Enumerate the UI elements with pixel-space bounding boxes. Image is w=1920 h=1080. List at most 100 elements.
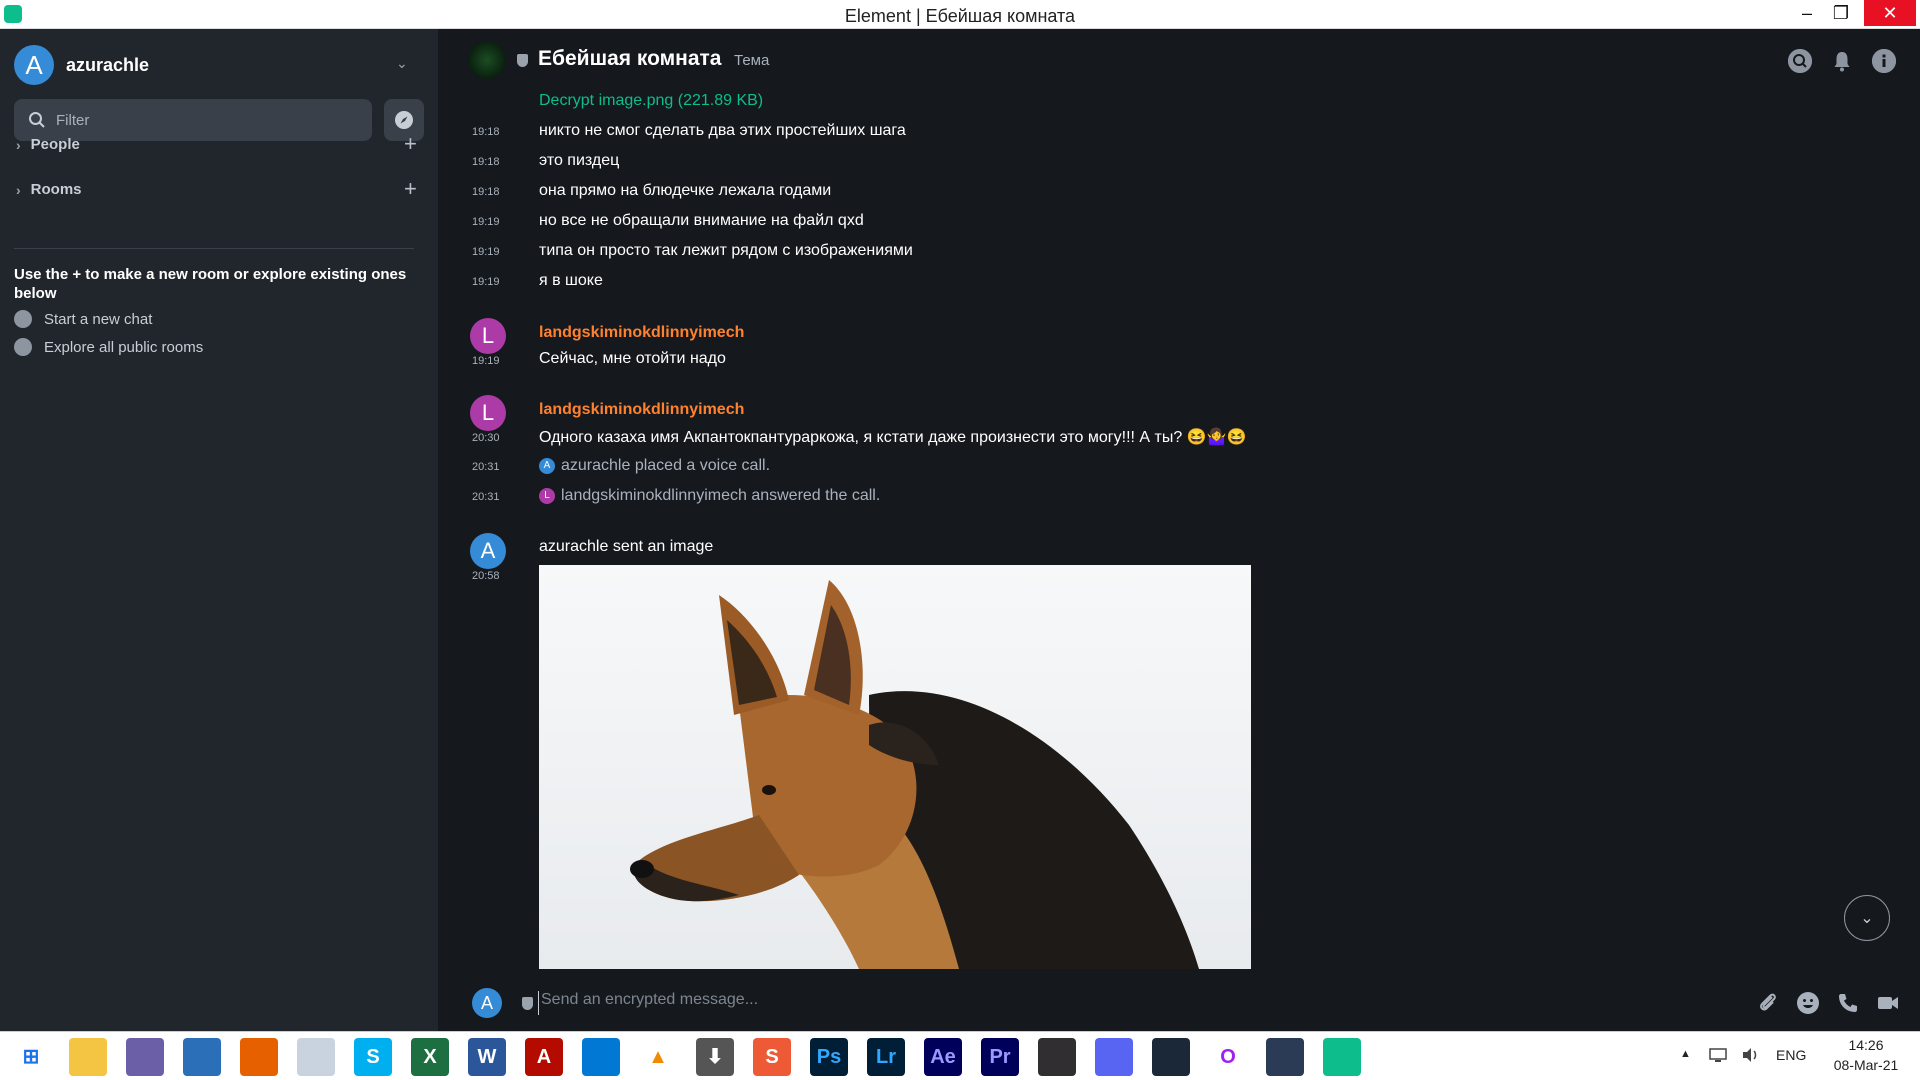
- message-row: 19:18 это пиздец: [438, 151, 1638, 175]
- file-explorer-icon[interactable]: [69, 1038, 107, 1076]
- phone-icon[interactable]: [1836, 991, 1860, 1015]
- user-avatar[interactable]: A: [14, 45, 54, 85]
- message-body: она прямо на блюдечке лежала годами: [539, 182, 832, 199]
- call-event-text: azurachle placed a voice call.: [561, 457, 771, 474]
- call-event: A azurachle placed a voice call.: [539, 457, 770, 475]
- windows-taskbar: ⊞ S X W A ▲ ⬇ S Ps Lr Ae Pr O ▲ ENG 14:26 08-Mar-21: [0, 1031, 1920, 1080]
- call-event-row: 20:31 L landgskiminokdlinnyimech answere…: [438, 486, 1638, 510]
- shield-icon: [522, 997, 533, 1010]
- message-timestamp: 19:19: [472, 246, 500, 258]
- search-icon: [29, 112, 45, 128]
- decrypt-file-link[interactable]: Decrypt image.png (221.89 KB): [539, 92, 763, 110]
- lightroom-icon[interactable]: Lr: [867, 1038, 905, 1076]
- message-row: Одного казаха имя Акпантокпантураркожа, …: [438, 426, 1638, 450]
- sender-name[interactable]: landgskiminokdlinnyimech: [539, 324, 744, 342]
- composer-avatar: A: [472, 988, 502, 1018]
- message-body: Одного казаха имя Акпантокпантураркожа, …: [539, 429, 1247, 446]
- window-title-bar: Element | Ебейшая комната – ❐ ✕: [0, 0, 1920, 29]
- shared-image[interactable]: [539, 565, 1251, 969]
- explore-public-rooms-label: Explore all public rooms: [44, 338, 204, 356]
- room-name[interactable]: Ебейшая комната: [538, 47, 721, 71]
- moon-app-icon[interactable]: [297, 1038, 335, 1076]
- vscode-icon[interactable]: [582, 1038, 620, 1076]
- empty-state-hint: Use the + to make a new room or explore …: [14, 266, 407, 302]
- jump-to-bottom-button[interactable]: ⌄: [1844, 895, 1890, 941]
- paperclip-icon[interactable]: [1756, 991, 1780, 1015]
- obs-icon[interactable]: [1038, 1038, 1076, 1076]
- word-icon[interactable]: W: [468, 1038, 506, 1076]
- message-timestamp: 20:58: [472, 570, 500, 582]
- globe-app-icon[interactable]: [183, 1038, 221, 1076]
- close-button[interactable]: ✕: [1864, 0, 1916, 26]
- sender-avatar[interactable]: A: [470, 533, 506, 569]
- after-effects-icon[interactable]: Ae: [924, 1038, 962, 1076]
- network-icon[interactable]: [1708, 1046, 1728, 1067]
- compass-icon: [395, 111, 413, 129]
- start-icon[interactable]: ⊞: [12, 1038, 50, 1076]
- add-people-button[interactable]: +: [404, 131, 417, 157]
- bell-icon[interactable]: [1830, 49, 1854, 73]
- bittorrent-icon[interactable]: [126, 1038, 164, 1076]
- chevron-down-icon[interactable]: ⌄: [396, 55, 408, 72]
- room-avatar[interactable]: [468, 41, 506, 79]
- add-room-button[interactable]: +: [404, 176, 417, 202]
- message-row: 19:18 она прямо на блюдечке лежала годам…: [438, 181, 1638, 205]
- chevron-right-icon: ›: [16, 136, 21, 153]
- volume-icon[interactable]: [1740, 1046, 1760, 1067]
- tray-up-arrow[interactable]: ▲: [1680, 1048, 1691, 1060]
- sender-name[interactable]: landgskiminokdlinnyimech: [539, 401, 744, 419]
- room-topic[interactable]: Тема: [734, 52, 769, 69]
- language-indicator[interactable]: ENG: [1776, 1047, 1806, 1063]
- user-menu[interactable]: A azurachle: [14, 45, 149, 85]
- room-filter-input[interactable]: Filter: [14, 99, 372, 141]
- excel-icon[interactable]: X: [411, 1038, 449, 1076]
- acrobat-icon[interactable]: A: [525, 1038, 563, 1076]
- sublime-icon[interactable]: S: [753, 1038, 791, 1076]
- downloader-icon[interactable]: ⬇: [696, 1038, 734, 1076]
- system-clock[interactable]: 14:26 08-Mar-21: [1820, 1035, 1912, 1075]
- message-timestamp: 19:18: [472, 126, 500, 138]
- dog-picture: [539, 565, 1251, 969]
- message-row: 19:19 но все не обращали внимание на фай…: [438, 211, 1638, 235]
- explore-public-rooms-link[interactable]: Explore all public rooms: [14, 338, 203, 356]
- sidebar-divider: [14, 248, 414, 249]
- vlc-icon[interactable]: ▲: [639, 1038, 677, 1076]
- window-title: Element | Ебейшая комната: [844, 6, 1076, 26]
- message-timestamp: 20:31: [472, 491, 500, 503]
- discord-icon[interactable]: [1095, 1038, 1133, 1076]
- clock-date: 08-Mar-21: [1833, 1057, 1899, 1073]
- video-icon[interactable]: [1876, 991, 1900, 1015]
- element-icon[interactable]: [1323, 1038, 1361, 1076]
- message-timestamp: 19:18: [472, 156, 500, 168]
- compass-icon: [14, 338, 32, 356]
- photoshop-icon[interactable]: Ps: [810, 1038, 848, 1076]
- emoji-icon[interactable]: [1796, 991, 1820, 1015]
- call-event-row: 20:31 A azurachle placed a voice call.: [438, 456, 1638, 480]
- minimize-button[interactable]: –: [1792, 0, 1822, 26]
- section-rooms[interactable]: › Rooms: [16, 181, 82, 198]
- maximize-button[interactable]: ❐: [1826, 0, 1856, 26]
- chat-bubble-icon: [14, 310, 32, 328]
- message-timestamp: 19:19: [472, 276, 500, 288]
- call-event: L landgskiminokdlinnyimech answered the …: [539, 487, 880, 505]
- skype-icon[interactable]: S: [354, 1038, 392, 1076]
- search-icon[interactable]: [1788, 49, 1812, 73]
- call-event-text: landgskiminokdlinnyimech answered the ca…: [561, 487, 881, 504]
- info-icon[interactable]: [1872, 49, 1896, 73]
- firefox-icon[interactable]: [240, 1038, 278, 1076]
- shield-icon: [517, 54, 528, 67]
- vpn-icon[interactable]: [1266, 1038, 1304, 1076]
- start-new-chat-label: Start a new chat: [44, 310, 153, 328]
- message-composer-input[interactable]: Send an encrypted message...: [538, 991, 1438, 1015]
- message-timestamp: 19:18: [472, 186, 500, 198]
- section-people[interactable]: › People: [16, 136, 80, 153]
- mini-avatar: L: [539, 488, 555, 504]
- message-body: но все не обращали внимание на файл qxd: [539, 212, 864, 229]
- premiere-icon[interactable]: Pr: [981, 1038, 1019, 1076]
- opera-icon[interactable]: O: [1209, 1038, 1247, 1076]
- steam-icon[interactable]: [1152, 1038, 1190, 1076]
- room-view: Ебейшая комната Тема Decrypt image.png (…: [438, 29, 1920, 1031]
- message-row: 19:19 я в шоке: [438, 271, 1638, 295]
- start-new-chat-link[interactable]: Start a new chat: [14, 310, 152, 328]
- left-sidebar: A azurachle ⌄ Filter › People + › Rooms …: [0, 29, 438, 1031]
